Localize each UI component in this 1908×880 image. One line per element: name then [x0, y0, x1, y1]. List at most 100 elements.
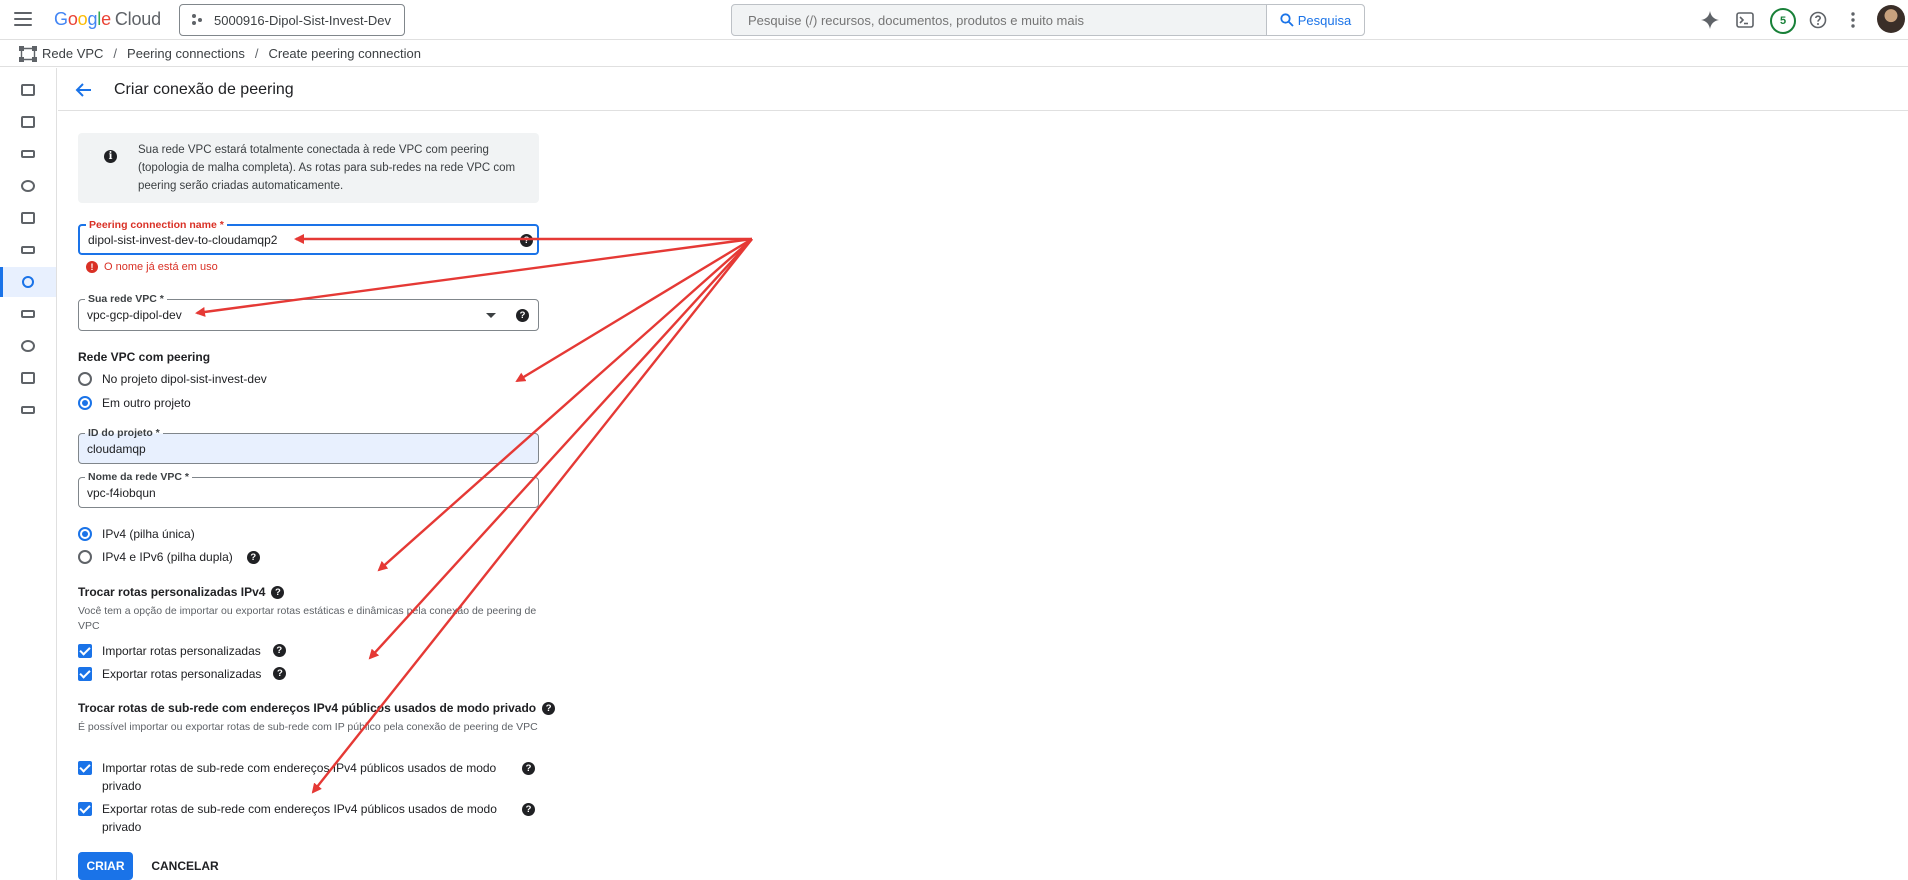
- project-id-field[interactable]: ID do projeto * cloudamqp: [78, 426, 539, 464]
- side-nav: [0, 68, 57, 880]
- help-icon[interactable]: ?: [522, 762, 535, 775]
- nav-list-icon[interactable]: [0, 395, 56, 425]
- gemini-icon[interactable]: [1699, 9, 1721, 31]
- checkbox[interactable]: [78, 667, 92, 681]
- vpc-name-label: Nome da rede VPC *: [85, 470, 192, 484]
- breadcrumb-separator: /: [113, 46, 118, 61]
- help-icon[interactable]: ?: [272, 644, 286, 657]
- chevron-down-icon: [486, 313, 496, 318]
- radio-button[interactable]: [78, 527, 92, 541]
- radio-button[interactable]: [78, 372, 92, 386]
- breadcrumb-current: Create peering connection: [268, 46, 421, 61]
- info-callout: i Sua rede VPC estará totalmente conecta…: [78, 133, 539, 203]
- checkbox[interactable]: [78, 802, 92, 816]
- radio-other-project-label: Em outro projeto: [102, 396, 191, 410]
- nav-ip-addresses-icon[interactable]: [0, 107, 56, 137]
- google-cloud-logo[interactable]: Google Cloud: [54, 9, 161, 30]
- radio-same-project[interactable]: No projeto dipol-sist-invest-dev: [78, 370, 267, 388]
- project-id-value: cloudamqp: [87, 442, 146, 456]
- nav-service-icon[interactable]: [0, 363, 56, 393]
- nav-firewall-icon[interactable]: [0, 171, 56, 201]
- back-arrow-icon[interactable]: [73, 79, 95, 101]
- checkbox-import-subnet[interactable]: Importar rotas de sub-rede com endereços…: [78, 759, 539, 795]
- help-icon[interactable]: ?: [273, 667, 287, 680]
- search-input[interactable]: [732, 5, 1266, 35]
- project-id-label: ID do projeto *: [85, 426, 163, 440]
- help-icon[interactable]: ?: [516, 309, 529, 322]
- help-icon[interactable]: [1807, 9, 1829, 31]
- peering-name-label: Peering connection name *: [86, 218, 227, 232]
- radio-other-project[interactable]: Em outro projeto: [78, 394, 191, 412]
- top-bar: Google Cloud 5000916-Dipol-Sist-Invest-De…: [0, 0, 1908, 40]
- vpc-network-value: vpc-gcp-dipol-dev: [87, 308, 182, 322]
- vpc-network-icon: [18, 45, 38, 63]
- create-button[interactable]: CRIAR: [78, 852, 133, 880]
- info-icon: i: [104, 150, 117, 163]
- project-name: 5000916-Dipol-Sist-Invest-Dev: [214, 12, 392, 28]
- subnet-routes-title-text: Trocar rotas de sub-rede com endereços I…: [78, 701, 537, 715]
- logo-cloud-text: Cloud: [114, 9, 161, 29]
- breadcrumb-separator: /: [254, 46, 259, 61]
- nav-routes-icon[interactable]: [0, 203, 56, 233]
- info-text: Sua rede VPC estará totalmente conectada…: [138, 144, 516, 192]
- search-icon: [1280, 13, 1294, 27]
- checkbox[interactable]: [78, 761, 92, 775]
- vpc-name-field[interactable]: Nome da rede VPC * vpc-f4iobqun: [78, 470, 539, 508]
- help-icon[interactable]: ?: [522, 803, 535, 816]
- breadcrumb-peering[interactable]: Peering connections: [127, 46, 245, 61]
- radio-dual-stack-label: IPv4 e IPv6 (pilha dupla): [102, 550, 233, 564]
- name-error: ! O nome já está em uso: [86, 261, 218, 273]
- radio-ipv4-single[interactable]: IPv4 (pilha única): [78, 525, 195, 543]
- project-picker[interactable]: 5000916-Dipol-Sist-Invest-Dev: [179, 4, 405, 36]
- custom-routes-desc: Você tem a opção de importar ou exportar…: [78, 605, 537, 632]
- vpc-network-label: Sua rede VPC *: [85, 292, 167, 306]
- export-subnet-label: Exportar rotas de sub-rede com endereços…: [102, 802, 497, 834]
- import-custom-label: Importar rotas personalizadas: [102, 644, 261, 658]
- notifications-badge[interactable]: 5: [1770, 8, 1796, 34]
- vpc-name-value: vpc-f4iobqun: [87, 486, 156, 500]
- checkbox-import-custom[interactable]: Importar rotas personalizadas ?: [78, 642, 286, 660]
- avatar[interactable]: [1877, 5, 1905, 33]
- custom-routes-title: Trocar rotas personalizadas IPv4 ?: [78, 585, 285, 599]
- radio-button[interactable]: [78, 396, 92, 410]
- nav-peering-icon[interactable]: [0, 267, 56, 297]
- checkbox-export-custom[interactable]: Exportar rotas personalizadas ?: [78, 665, 287, 683]
- search-button-label: Pesquisa: [1297, 12, 1352, 28]
- page-header: Criar conexão de peering: [58, 68, 1908, 111]
- peered-network-title: Rede VPC com peering: [78, 350, 211, 364]
- vpc-network-select[interactable]: Sua rede VPC * vpc-gcp-dipol-dev ?: [78, 292, 539, 331]
- help-icon[interactable]: ?: [542, 701, 556, 715]
- import-subnet-label: Importar rotas de sub-rede com endereços…: [102, 761, 497, 793]
- name-error-text: O nome já está em uso: [104, 261, 218, 273]
- peering-name-value: dipol-sist-invest-dev-to-cloudamqp2: [88, 233, 278, 247]
- nav-settings-icon[interactable]: [0, 331, 56, 361]
- peering-name-field[interactable]: Peering connection name * dipol-sist-inv…: [78, 218, 539, 255]
- help-icon[interactable]: ?: [271, 585, 285, 599]
- radio-dual-stack[interactable]: IPv4 e IPv6 (pilha dupla) ?: [78, 548, 260, 566]
- nav-bowtie-icon[interactable]: [0, 299, 56, 329]
- search-bar: Pesquisa: [731, 4, 1365, 36]
- checkbox[interactable]: [78, 644, 92, 658]
- breadcrumb: Rede VPC / Peering connections / Create …: [0, 41, 1908, 67]
- menu-icon[interactable]: [14, 12, 32, 26]
- nav-internal-ranges-icon[interactable]: [0, 139, 56, 169]
- subnet-routes-desc: É possível importar ou exportar rotas de…: [78, 721, 538, 733]
- nav-shuffle-icon[interactable]: [0, 235, 56, 265]
- cloud-shell-icon[interactable]: [1734, 9, 1756, 31]
- radio-button[interactable]: [78, 550, 92, 564]
- custom-routes-title-text: Trocar rotas personalizadas IPv4: [78, 585, 266, 599]
- nav-vpc-networks-icon[interactable]: [0, 75, 56, 105]
- cancel-button[interactable]: CANCELAR: [148, 852, 222, 880]
- search-button[interactable]: Pesquisa: [1266, 5, 1364, 35]
- export-custom-label: Exportar rotas personalizadas: [102, 667, 262, 681]
- more-vert-icon[interactable]: [1842, 9, 1864, 31]
- page-title: Criar conexão de peering: [114, 81, 294, 98]
- project-icon: [192, 13, 206, 27]
- radio-same-project-label: No projeto dipol-sist-invest-dev: [102, 372, 267, 386]
- checkbox-export-subnet[interactable]: Exportar rotas de sub-rede com endereços…: [78, 800, 539, 836]
- radio-ipv4-label: IPv4 (pilha única): [102, 527, 195, 541]
- help-icon[interactable]: ?: [246, 551, 260, 564]
- annotation-arrow: [515, 237, 753, 383]
- help-icon[interactable]: ?: [520, 234, 533, 247]
- breadcrumb-vpc[interactable]: Rede VPC: [42, 46, 103, 61]
